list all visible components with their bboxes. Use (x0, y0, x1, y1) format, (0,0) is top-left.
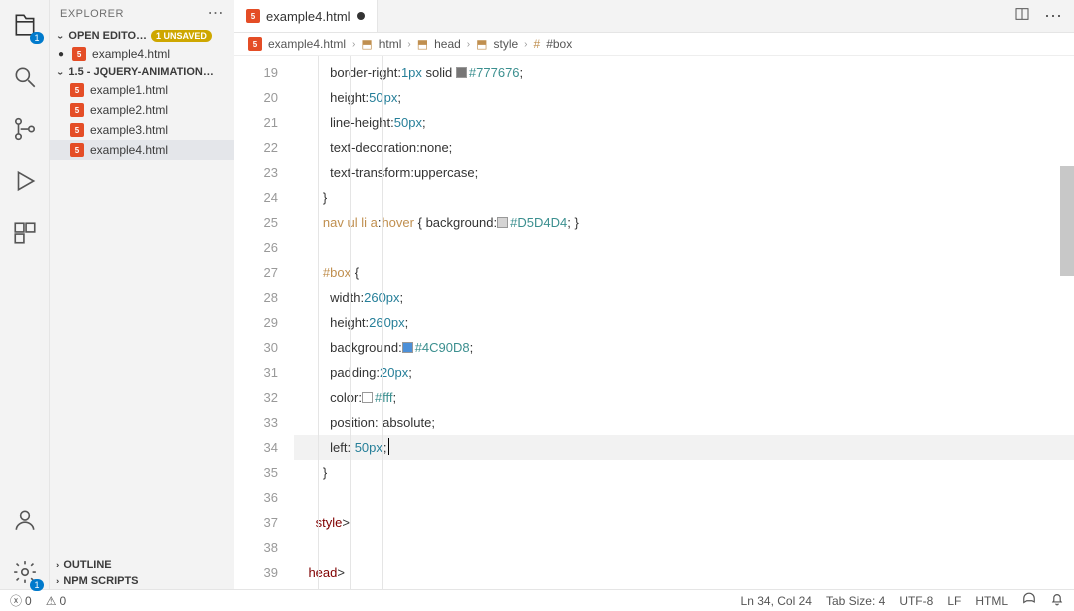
breadcrumb-segment[interactable]: #box (546, 37, 572, 51)
sidebar: EXPLORER ⋯ ⌄ OPEN EDITO… 1 UNSAVED 5 exam… (50, 0, 234, 589)
html-file-icon: 5 (70, 123, 84, 137)
file-name: example3.html (90, 123, 168, 137)
split-editor-icon[interactable] (1014, 6, 1030, 27)
sidebar-title: EXPLORER (60, 8, 124, 20)
breadcrumb-segment[interactable]: head (434, 37, 461, 51)
warnings-count[interactable]: ⚠ 0 (46, 594, 66, 608)
open-editors-header[interactable]: ⌄ OPEN EDITO… 1 UNSAVED (50, 28, 234, 44)
tag-icon: ⬒ (476, 37, 487, 51)
breadcrumb-segment[interactable]: example4.html (268, 37, 346, 51)
html-file-icon: 5 (70, 83, 84, 97)
code-editor[interactable]: 1920212223242526272829303132333435363738… (234, 56, 1074, 589)
tab-more-icon[interactable]: ⋯ (1044, 6, 1062, 27)
chevron-down-icon: ⌄ (56, 32, 64, 41)
file-item[interactable]: 5 example2.html (50, 100, 234, 120)
html-file-icon: 5 (70, 103, 84, 117)
folder-header[interactable]: ⌄ 1.5 - JQUERY-ANIMATION… (50, 64, 234, 80)
file-item[interactable]: 5 example1.html (50, 80, 234, 100)
open-editor-item[interactable]: 5 example4.html (50, 44, 234, 64)
editor: 5 example4.html ⋯ 5example4.html›⬒html›⬒… (234, 0, 1074, 589)
errors-count[interactable]: ⓧ 0 (10, 592, 32, 609)
tab-bar: 5 example4.html ⋯ (234, 0, 1074, 33)
files-badge: 1 (30, 32, 43, 44)
npm-label: NPM SCRIPTS (63, 575, 138, 587)
status-bar: ⓧ 0 ⚠ 0 Ln 34, Col 24 Tab Size: 4 UTF-8 … (0, 589, 1074, 611)
sidebar-more-icon[interactable]: ⋯ (208, 9, 225, 19)
file-item[interactable]: 5 example4.html (50, 140, 234, 160)
tab-label: example4.html (266, 9, 351, 24)
activity-bar: 1 1 (0, 0, 50, 589)
file-name: example2.html (90, 103, 168, 117)
folder-name: 1.5 - JQUERY-ANIMATION… (68, 66, 213, 78)
extensions-icon[interactable] (8, 216, 42, 250)
breadcrumb-segment[interactable]: html (379, 37, 402, 51)
notifications-icon[interactable] (1050, 592, 1064, 609)
outline-label: OUTLINE (63, 559, 111, 571)
errors-value: 0 (25, 594, 32, 608)
encoding[interactable]: UTF-8 (899, 594, 933, 608)
tag-icon: ⬒ (361, 37, 372, 51)
file-name: example4.html (90, 143, 168, 157)
html-file-icon: 5 (246, 9, 260, 23)
file-name: example4.html (92, 47, 170, 61)
breadcrumb-segment[interactable]: style (493, 37, 518, 51)
open-editors-label: OPEN EDITO… (68, 30, 147, 42)
chevron-down-icon: ⌄ (56, 68, 64, 77)
account-icon[interactable] (8, 503, 42, 537)
html-file-icon: 5 (70, 143, 84, 157)
tab-active[interactable]: 5 example4.html (234, 0, 378, 32)
search-icon[interactable] (8, 60, 42, 94)
breadcrumbs[interactable]: 5example4.html›⬒html›⬒head›⬒style›##box (234, 33, 1074, 56)
eol[interactable]: LF (947, 594, 961, 608)
line-numbers: 1920212223242526272829303132333435363738… (234, 56, 294, 589)
tab-size[interactable]: Tab Size: 4 (826, 594, 885, 608)
chevron-right-icon: › (56, 561, 59, 570)
chevron-right-icon: › (56, 577, 59, 586)
html-file-icon: 5 (248, 37, 262, 51)
file-item[interactable]: 5 example3.html (50, 120, 234, 140)
cursor-position[interactable]: Ln 34, Col 24 (741, 594, 812, 608)
minimap[interactable] (1060, 56, 1074, 589)
selector-icon: # (534, 37, 541, 51)
warnings-value: 0 (59, 594, 66, 608)
source-control-icon[interactable] (8, 112, 42, 146)
explorer-icon[interactable]: 1 (8, 8, 42, 42)
file-name: example1.html (90, 83, 168, 97)
npm-scripts-header[interactable]: › NPM SCRIPTS (50, 573, 234, 589)
dirty-indicator-icon (357, 12, 365, 20)
outline-header[interactable]: › OUTLINE (50, 557, 234, 573)
language-mode[interactable]: HTML (975, 594, 1008, 608)
html-file-icon: 5 (72, 47, 86, 61)
unsaved-badge: 1 UNSAVED (151, 30, 212, 42)
gear-icon[interactable]: 1 (8, 555, 42, 589)
gear-badge: 1 (30, 579, 43, 591)
run-debug-icon[interactable] (8, 164, 42, 198)
feedback-icon[interactable] (1022, 592, 1036, 609)
tag-icon: ⬒ (417, 37, 428, 51)
